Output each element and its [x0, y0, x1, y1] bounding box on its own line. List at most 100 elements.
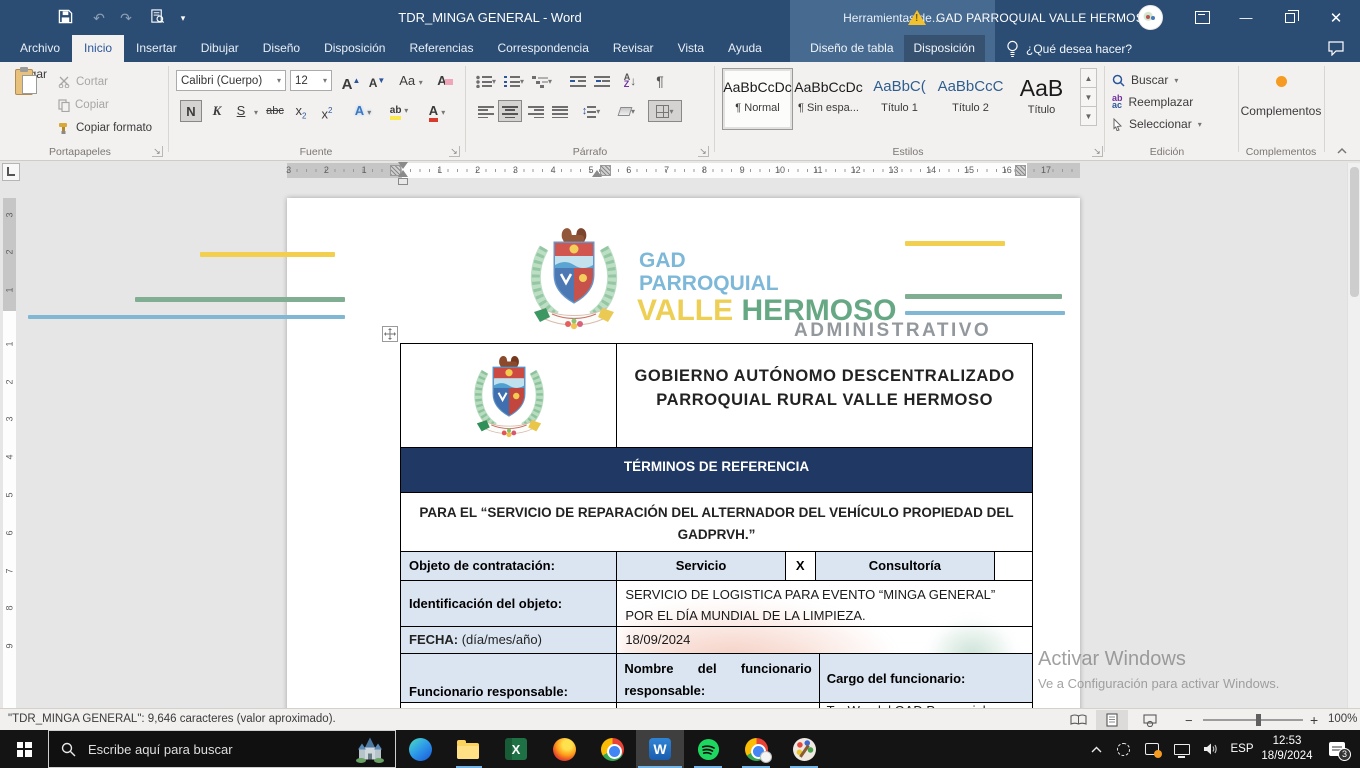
objeto-empty-cell[interactable]: [995, 552, 1032, 580]
tray-volume-icon[interactable]: [1198, 730, 1224, 768]
shrink-font-button[interactable]: A▼: [366, 70, 388, 92]
zoom-in-button[interactable]: +: [1310, 712, 1318, 728]
format-painter-button[interactable]: Copiar formato: [58, 118, 152, 138]
restore-button[interactable]: [1268, 0, 1312, 35]
account-avatar[interactable]: [1138, 5, 1163, 30]
addins-button[interactable]: Complementos: [1231, 104, 1331, 118]
underline-button[interactable]: S: [230, 100, 252, 122]
fecha-value-cell[interactable]: 18/09/2024: [617, 627, 1032, 653]
bullets-icon[interactable]: ▾: [474, 70, 498, 92]
print-preview-icon[interactable]: [148, 9, 166, 27]
taskbar-file-explorer[interactable]: [444, 730, 492, 768]
web-layout-icon[interactable]: [1134, 710, 1166, 730]
bold-button[interactable]: N: [180, 100, 202, 122]
funcionario-label-cell[interactable]: Funcionario responsable:: [401, 654, 617, 702]
taskbar-edge[interactable]: [396, 730, 444, 768]
font-dialog-launcher[interactable]: ↘: [449, 146, 460, 157]
taskbar-search[interactable]: Escribe aquí para buscar: [48, 730, 396, 768]
tab-inicio[interactable]: Inicio: [72, 35, 124, 62]
tab-vista[interactable]: Vista: [666, 35, 716, 62]
start-button[interactable]: [0, 730, 48, 768]
zoom-level[interactable]: 100%: [1328, 713, 1357, 725]
select-button[interactable]: Seleccionar▾: [1112, 114, 1202, 134]
tab-stop-selector[interactable]: [2, 163, 20, 181]
shading-icon[interactable]: ▾: [612, 100, 642, 122]
first-line-indent-marker[interactable]: [398, 162, 408, 169]
tab-diseno-de-tabla[interactable]: Diseño de tabla: [800, 35, 903, 62]
style-t-tulo-1[interactable]: AaBbC(Título 1: [864, 68, 935, 130]
highlight-button[interactable]: ab ▾: [382, 100, 416, 122]
right-indent-marker[interactable]: [592, 170, 602, 177]
tray-clock[interactable]: 12:53 18/9/2024: [1258, 734, 1316, 764]
taskbar-excel[interactable]: X: [492, 730, 540, 768]
objeto-consultoria-cell[interactable]: Consultoría: [816, 552, 995, 580]
undo-icon[interactable]: ↶: [90, 9, 108, 27]
tab-revisar[interactable]: Revisar: [601, 35, 666, 62]
sort-icon[interactable]: AZ↓: [618, 70, 642, 92]
style-t-tulo[interactable]: AaBTítulo: [1006, 68, 1077, 130]
numbering-icon[interactable]: ▾: [502, 70, 526, 92]
underline-caret[interactable]: ▾: [250, 100, 262, 122]
fecha-label-cell[interactable]: FECHA: (día/mes/año): [401, 627, 617, 653]
clipboard-dialog-launcher[interactable]: ↘: [152, 146, 163, 157]
char-count-status[interactable]: "TDR_MINGA GENERAL": 9,646 caracteres (v…: [8, 713, 336, 725]
save-icon[interactable]: [56, 9, 74, 27]
tellme-box[interactable]: ¿Qué desea hacer?: [1006, 35, 1132, 62]
zoom-slider-track[interactable]: [1203, 719, 1303, 721]
read-mode-icon[interactable]: [1062, 710, 1094, 730]
zoom-slider-thumb[interactable]: [1256, 714, 1261, 726]
account-name[interactable]: GAD PARROQUIAL VALLE HERMOSO: [936, 11, 1153, 25]
taskbar-spotify[interactable]: [684, 730, 732, 768]
ribbon-display-options-icon[interactable]: [1180, 0, 1224, 35]
subscript-button[interactable]: x2: [290, 100, 312, 122]
vertical-scrollbar[interactable]: [1347, 163, 1360, 708]
taskbar-chrome[interactable]: [588, 730, 636, 768]
taskbar-chrome-app[interactable]: [732, 730, 780, 768]
tab-disposición[interactable]: Disposición: [312, 35, 397, 62]
grow-font-button[interactable]: A▲: [340, 70, 362, 92]
italic-button[interactable]: K: [206, 100, 228, 122]
collapse-ribbon-icon[interactable]: [1336, 144, 1348, 158]
notification-center[interactable]: 3: [1320, 730, 1354, 768]
align-left-icon[interactable]: [474, 100, 498, 122]
cut-button[interactable]: Cortar: [58, 72, 108, 92]
taskbar-word-active[interactable]: W: [636, 730, 684, 768]
find-button[interactable]: Buscar▾: [1112, 70, 1178, 90]
increase-indent-icon[interactable]: [590, 70, 614, 92]
tray-show-hidden[interactable]: [1084, 730, 1108, 768]
pilcrow-icon[interactable]: ¶: [648, 70, 672, 92]
tab-archivo[interactable]: Archivo: [8, 35, 72, 62]
objeto-mark-cell[interactable]: X: [786, 552, 816, 580]
table-move-handle[interactable]: [382, 326, 398, 342]
zoom-out-button[interactable]: −: [1185, 713, 1193, 728]
left-indent-marker[interactable]: [398, 178, 408, 185]
justify-icon[interactable]: [548, 100, 572, 122]
tab-disposicion-tabla[interactable]: Disposición: [904, 35, 985, 62]
borders-icon[interactable]: ▾: [648, 100, 682, 122]
change-case-button[interactable]: Aa ▾: [394, 70, 428, 92]
superscript-button[interactable]: x2: [316, 100, 338, 122]
tab-diseño[interactable]: Diseño: [251, 35, 312, 62]
style-t-tulo-2[interactable]: AaBbCcCTítulo 2: [935, 68, 1006, 130]
paragraph-dialog-launcher[interactable]: ↘: [698, 146, 709, 157]
tab-correspondencia[interactable]: Correspondencia: [485, 35, 600, 62]
objeto-label-cell[interactable]: Objeto de contratación:: [401, 552, 617, 580]
subject-row[interactable]: PARA EL “SERVICIO DE REPARACIÓN DEL ALTE…: [401, 493, 1032, 552]
multilevel-list-icon[interactable]: ▾: [530, 70, 554, 92]
replace-button[interactable]: abac Reemplazar: [1112, 92, 1193, 112]
objeto-servicio-cell[interactable]: Servicio: [617, 552, 785, 580]
tray-language[interactable]: ESP: [1226, 730, 1258, 768]
tab-dibujar[interactable]: Dibujar: [189, 35, 251, 62]
font-color-button[interactable]: A ▾: [420, 100, 454, 122]
document-page[interactable]: GAD PARROQUIAL VALLE HERMOSO ADMINISTRAT…: [287, 198, 1080, 718]
banner-row[interactable]: TÉRMINOS DE REFERENCIA: [401, 448, 1032, 493]
tab-ayuda[interactable]: Ayuda: [716, 35, 774, 62]
align-center-icon[interactable]: [498, 100, 522, 122]
text-effects-button[interactable]: A ▾: [346, 100, 380, 122]
clear-formatting-button[interactable]: A: [434, 70, 456, 92]
tray-update-icon[interactable]: [1138, 730, 1166, 768]
line-spacing-icon[interactable]: ↕▾: [576, 100, 606, 122]
tab-referencias[interactable]: Referencias: [397, 35, 485, 62]
decrease-indent-icon[interactable]: [566, 70, 590, 92]
style--sin-espa-[interactable]: AaBbCcDc¶ Sin espa...: [793, 68, 864, 130]
